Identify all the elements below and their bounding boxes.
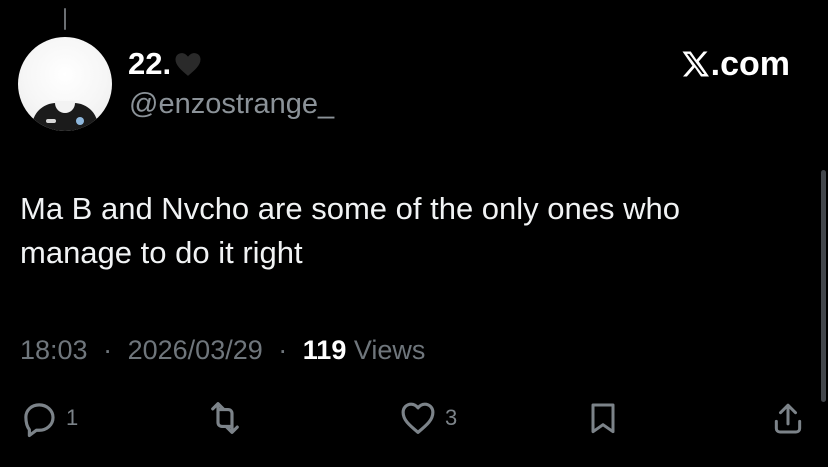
meta-separator-2: ·: [278, 335, 288, 365]
meta-separator-1: ·: [103, 335, 113, 365]
like-button[interactable]: 3: [397, 397, 457, 439]
post-date[interactable]: 2026/03/29: [128, 335, 263, 365]
tweet-line-1: Ma B and Nvcho are some of the only ones…: [20, 191, 680, 226]
avatar[interactable]: [18, 37, 112, 131]
views-count[interactable]: 119: [303, 335, 347, 365]
post-time[interactable]: 18:03: [20, 335, 88, 365]
scrollbar[interactable]: [821, 170, 826, 402]
thread-line: [64, 8, 66, 30]
like-count: 3: [445, 405, 458, 430]
tweet-line-2: manage to do it right: [20, 235, 303, 270]
avatar-logo-mark: [46, 119, 56, 123]
black-heart-icon: [175, 53, 201, 76]
avatar-crest: [76, 117, 84, 125]
author-name-text: 22.: [128, 46, 172, 81]
tweet-text: Ma B and Nvcho are some of the only ones…: [20, 187, 800, 275]
x-logo-icon: [682, 51, 709, 77]
views-label: Views: [353, 335, 426, 365]
author-handle[interactable]: @enzostrange_: [129, 86, 334, 122]
retweet-icon: [211, 402, 239, 434]
share-button[interactable]: [768, 397, 808, 439]
action-bar: 1 3: [0, 397, 828, 443]
tweet-metadata: 18:03 · 2026/03/29 · 119 Views: [20, 333, 425, 367]
heart-icon: [401, 402, 435, 434]
brand-link[interactable]: .com: [680, 44, 790, 84]
reply-icon: [24, 403, 55, 438]
share-icon: [774, 403, 802, 434]
reply-count: 1: [66, 405, 79, 430]
retweet-button[interactable]: [203, 397, 247, 439]
reply-button[interactable]: 1: [18, 397, 78, 439]
author-name[interactable]: 22.: [128, 45, 203, 83]
bookmark-button[interactable]: [583, 397, 623, 439]
brand-text: .com: [710, 45, 790, 83]
bookmark-icon: [591, 403, 615, 434]
